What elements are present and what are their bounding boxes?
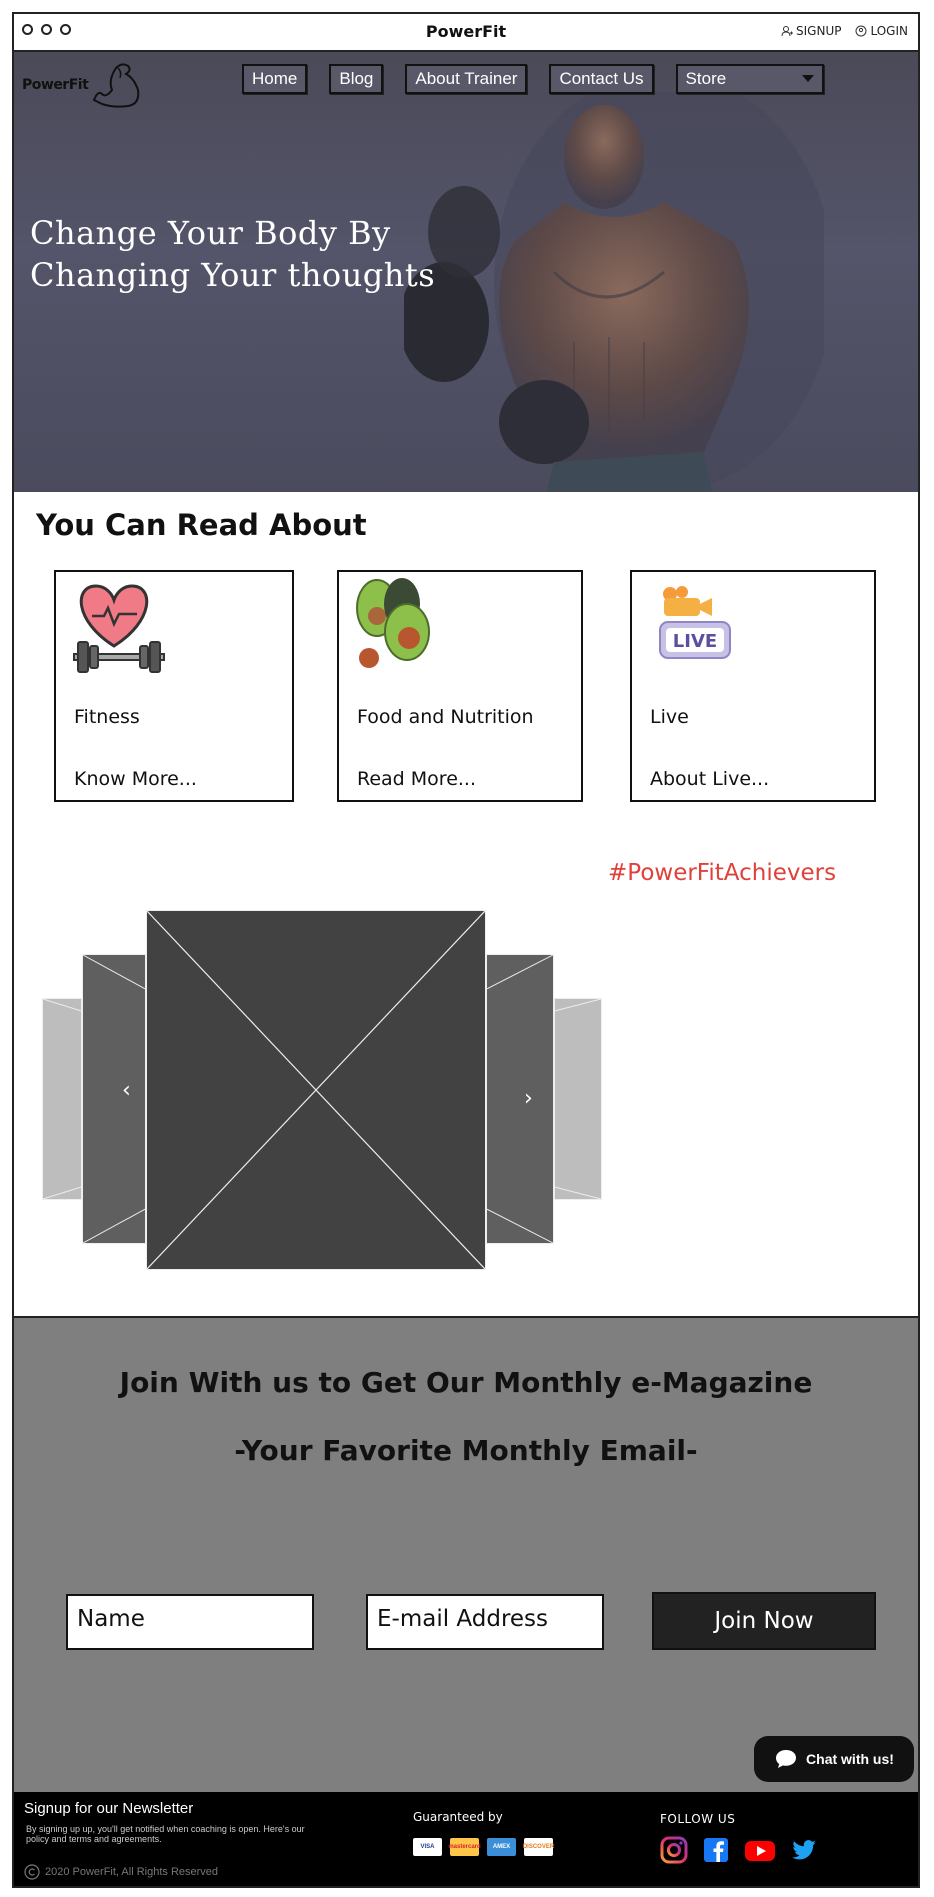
signup-label: SIGNUP <box>796 24 842 38</box>
store-label: Store <box>685 69 727 88</box>
carousel-next-button[interactable]: › <box>524 1086 533 1111</box>
auth-links: SIGNUP LOGIN <box>781 24 908 38</box>
chat-label: Chat with us! <box>806 1751 894 1767</box>
nav-home[interactable]: Home <box>242 64 308 94</box>
image-carousel: ‹ › <box>42 910 612 1270</box>
facebook-icon[interactable] <box>702 1836 730 1864</box>
card-live[interactable]: LIVE Live About Live... <box>630 570 876 802</box>
avocado-icon <box>356 578 430 668</box>
nav-store-dropdown[interactable]: Store <box>675 64 824 94</box>
powerfit-logo[interactable]: PowerFit <box>22 60 142 110</box>
youtube-icon[interactable] <box>744 1836 776 1864</box>
browser-window: PowerFit SIGNUP LOGIN PowerFit Home Blog… <box>12 12 920 1888</box>
svg-text:LIVE: LIVE <box>673 631 717 652</box>
instagram-icon[interactable] <box>660 1836 688 1864</box>
nav-contact-us[interactable]: Contact Us <box>549 64 654 94</box>
hero-headline: Change Your Body By Changing Your though… <box>30 212 435 296</box>
main-nav: Home Blog About Trainer Contact Us Store <box>242 64 824 94</box>
login-link[interactable]: LOGIN <box>855 24 908 38</box>
payment-methods: VISA mastercard AMEX DISCOVER <box>413 1838 554 1856</box>
twitter-icon[interactable] <box>790 1836 818 1864</box>
magazine-heading: Join With us to Get Our Monthly e-Magazi… <box>119 1366 813 1399</box>
card-title: Fitness <box>74 706 140 728</box>
visa-icon: VISA <box>413 1838 442 1856</box>
flexed-arm-icon <box>93 63 140 108</box>
copyright-icon <box>24 1864 40 1880</box>
heart-dumbbell-icon <box>73 584 165 673</box>
headline-line-2: Changing Your thoughts <box>30 256 436 294</box>
card-food-nutrition[interactable]: Food and Nutrition Read More... <box>337 570 583 802</box>
headline-line-1: Change Your Body By <box>30 214 391 252</box>
carousel-prev-button[interactable]: ‹ <box>122 1078 131 1103</box>
card-fitness[interactable]: Fitness Know More... <box>54 570 294 802</box>
know-more-link[interactable]: Know More... <box>74 768 197 790</box>
carousel-slide-left[interactable] <box>82 954 146 1244</box>
copyright-text: 2020 PowerFit, All Rights Reserved <box>45 1866 219 1878</box>
nav-blog[interactable]: Blog <box>329 64 384 94</box>
guaranteed-by-label: Guaranteed by <box>413 1810 503 1824</box>
caret-down-icon <box>801 75 814 82</box>
carousel-slide-far-left[interactable] <box>42 998 82 1200</box>
live-camera-icon: LIVE <box>659 586 731 659</box>
chat-bubble-icon <box>776 1750 797 1768</box>
social-links <box>660 1836 818 1864</box>
section-title-read-about: You Can Read About <box>36 508 367 542</box>
signup-link[interactable]: SIGNUP <box>781 24 841 38</box>
read-more-link[interactable]: Read More... <box>357 768 476 790</box>
name-input[interactable]: Name <box>66 1594 314 1650</box>
nav-about-trainer[interactable]: About Trainer <box>405 64 528 94</box>
logo-text: PowerFit <box>22 77 89 93</box>
carousel-slide-active[interactable] <box>146 910 486 1270</box>
footer-newsletter-text: By signing up up, you'll get notified wh… <box>26 1824 305 1844</box>
magazine-subheading: -Your Favorite Monthly Email- <box>234 1434 698 1467</box>
footer-newsletter-title[interactable]: Signup for our Newsletter <box>24 1800 193 1817</box>
achievers-hashtag[interactable]: #PowerFitAchievers <box>608 860 836 886</box>
amex-icon: AMEX <box>487 1838 516 1856</box>
mastercard-icon: mastercard <box>448 1838 481 1856</box>
user-add-icon <box>781 26 794 37</box>
hero-banner: PowerFit Home Blog About Trainer Contact… <box>14 52 918 492</box>
email-input[interactable]: E-mail Address <box>366 1594 604 1650</box>
about-live-link[interactable]: About Live... <box>650 768 769 790</box>
follow-us-label: FOLLOW US <box>660 1812 736 1826</box>
window-titlebar: PowerFit SIGNUP LOGIN <box>14 14 918 52</box>
carousel-slide-far-right[interactable] <box>554 998 602 1200</box>
discover-icon: DISCOVER <box>523 1838 554 1856</box>
card-title: Live <box>650 706 689 728</box>
user-circle-icon <box>855 25 867 37</box>
join-now-button[interactable]: Join Now <box>652 1592 876 1650</box>
copyright: 2020 PowerFit, All Rights Reserved <box>24 1864 218 1880</box>
carousel-slide-right[interactable] <box>486 954 554 1244</box>
magazine-signup-section: Join With us to Get Our Monthly e-Magazi… <box>14 1316 918 1794</box>
login-label: LOGIN <box>870 24 908 38</box>
bodybuilder-photo <box>404 92 824 492</box>
card-title: Food and Nutrition <box>357 706 534 728</box>
chat-button[interactable]: Chat with us! <box>754 1736 914 1782</box>
footer: Signup for our Newsletter By signing up … <box>14 1792 918 1886</box>
